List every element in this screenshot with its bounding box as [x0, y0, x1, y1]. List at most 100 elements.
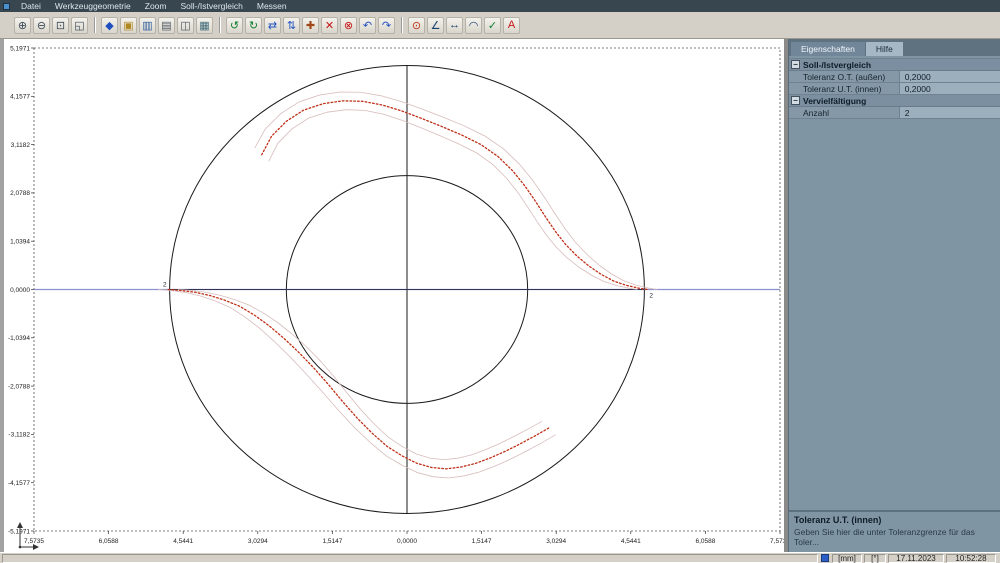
x-tick-label: 7,5735 — [24, 538, 44, 545]
delete-all-icon[interactable]: ⊗ — [340, 16, 357, 34]
menu-item-zoom[interactable]: Zoom — [138, 0, 174, 12]
property-row-anzahl: Anzahl 2 — [789, 107, 1000, 119]
menu-item-soll-istvergleich[interactable]: Soll-/Istvergleich — [174, 0, 250, 12]
x-tick-label: 6,0588 — [695, 538, 715, 545]
profile-label-left: 2 — [163, 282, 167, 289]
plot-area: 5,1971 4,1577 3,1182 2,0788 1,0394 0,0000 -1,0… — [4, 39, 784, 552]
menu-bar: Datei Werkzeuggeometrie Zoom Soll-/Istvergl… — [0, 0, 1000, 12]
y-tick-label: -3,1182 — [8, 432, 30, 439]
toolbar-separator — [401, 17, 402, 33]
measure-distance-icon[interactable]: ↔ — [446, 16, 463, 34]
measure-radius-icon[interactable]: ◠ — [465, 16, 482, 34]
profile-icon[interactable]: ◆ — [101, 16, 118, 34]
property-value-toleranz-u-t-innen[interactable]: 0,2000 — [898, 83, 1000, 94]
property-grid: − Soll-/Istvergleich Toleranz O.T. (außen)… — [789, 58, 1000, 119]
y-tick-label: -2,0788 — [8, 383, 30, 390]
y-tick-label: 4,1577 — [10, 94, 30, 101]
profile-label-right: 2 — [649, 293, 653, 300]
x-tick-label: 1,5147 — [472, 538, 492, 545]
property-value-toleranz-o-t-au-en[interactable]: 0,2000 — [898, 71, 1000, 82]
status-time: 10:52:28 — [946, 553, 996, 563]
text-label-icon[interactable]: A — [503, 16, 520, 34]
status-indicator-icon — [821, 554, 829, 562]
tolerance-band-line — [254, 91, 658, 290]
status-bar: [mm] [°] 17.11.2023 10:52:28 — [0, 552, 1000, 563]
tolerance-band-line — [158, 289, 556, 479]
status-message — [2, 553, 818, 563]
toolbar-separator — [219, 17, 220, 33]
tab-eigenschaften[interactable]: Eigenschaften — [791, 42, 865, 56]
accept-icon[interactable]: ✓ — [484, 16, 501, 34]
property-row-toleranz-o-t-au-en: Toleranz O.T. (außen) 0,2000 — [789, 71, 1000, 83]
print-icon[interactable]: ▤ — [158, 16, 175, 34]
x-tick-label: 4,5441 — [173, 538, 193, 545]
ist-profil-oberes-segment — [261, 100, 648, 291]
move-icon[interactable]: ✚ — [302, 16, 319, 34]
status-unit-mm: [mm] — [832, 553, 862, 563]
y-tick-label: 1,0394 — [10, 239, 30, 246]
measure-point-icon[interactable]: ⊙ — [408, 16, 425, 34]
property-label: Toleranz U.T. (innen) — [789, 83, 899, 94]
section-title: Vervielfältigung — [803, 95, 867, 106]
undo-icon[interactable]: ↶ — [359, 16, 376, 34]
status-unit-deg: [°] — [864, 553, 886, 563]
plot-svg[interactable]: 5,1971 4,1577 3,1182 2,0788 1,0394 0,0000 -1,0… — [4, 39, 784, 552]
main-area: 5,1971 4,1577 3,1182 2,0788 1,0394 0,0000 -1,0… — [0, 39, 1000, 552]
property-label: Toleranz O.T. (außen) — [789, 71, 899, 82]
grid-view-icon[interactable]: ▦ — [196, 16, 213, 34]
menu-item-werkzeuggeometrie[interactable]: Werkzeuggeometrie — [48, 0, 138, 12]
axis-indicator-origin-dot — [18, 545, 22, 549]
y-tick-label: 5,1971 — [10, 45, 30, 52]
tolerance-band-line — [268, 109, 638, 290]
zoom-out-icon[interactable]: ⊖ — [33, 16, 50, 34]
app-icon — [3, 2, 10, 10]
x-tick-label: 4,5441 — [621, 538, 641, 545]
x-tick-label: 6,0588 — [99, 538, 119, 545]
y-tick-label: -1,0394 — [8, 335, 30, 342]
y-tick-label: -5,1971 — [8, 528, 30, 535]
y-tick-label: 3,1182 — [11, 142, 31, 149]
x-tick-label: 0,0000 — [397, 538, 417, 545]
save-icon[interactable]: ▥ — [139, 16, 156, 34]
property-help: Toleranz U.T. (innen) Geben Sie hier die… — [789, 509, 1000, 552]
tab-hilfe[interactable]: Hilfe — [865, 42, 903, 56]
delete-icon[interactable]: ✕ — [321, 16, 338, 34]
section-title: Soll-/Istvergleich — [803, 59, 872, 70]
menu-item-datei[interactable]: Datei — [14, 0, 48, 12]
section-header-vervielf-ltigung[interactable]: − Vervielfältigung — [789, 95, 1000, 107]
collapse-icon[interactable]: − — [791, 60, 800, 69]
property-label: Anzahl — [789, 107, 899, 118]
x-tick-label: 3,0294 — [248, 538, 268, 545]
zoom-window-icon[interactable]: ⊡ — [52, 16, 69, 34]
property-value-anzahl[interactable]: 2 — [898, 107, 1000, 118]
copy-icon[interactable]: ◫ — [177, 16, 194, 34]
mirror-vertical-icon[interactable]: ⇅ — [283, 16, 300, 34]
mirror-horizontal-icon[interactable]: ⇄ — [264, 16, 281, 34]
x-tick-label: 3,0294 — [546, 538, 566, 545]
rotate-right-icon[interactable]: ↻ — [245, 16, 262, 34]
y-tick-label: 0,0000 — [10, 287, 30, 294]
open-icon[interactable]: ▣ — [120, 16, 137, 34]
measure-angle-icon[interactable]: ∠ — [427, 16, 444, 34]
axis-indicator-vertical-arrowhead — [17, 522, 23, 528]
toolbar-separator — [94, 17, 95, 33]
properties-panel: Eigenschaften Hilfe − Soll-/Istvergleich To… — [788, 39, 1000, 552]
rotate-left-icon[interactable]: ↺ — [226, 16, 243, 34]
collapse-icon[interactable]: − — [791, 96, 800, 105]
zoom-fit-icon[interactable]: ◱ — [71, 16, 88, 34]
property-row-toleranz-u-t-innen: Toleranz U.T. (innen) 0,2000 — [789, 83, 1000, 95]
ist-profil-unteres-segment — [167, 288, 550, 470]
y-tick-label: -4,1577 — [8, 480, 30, 487]
x-tick-label: 1,5147 — [322, 538, 342, 545]
y-tick-label: 2,0788 — [10, 190, 30, 197]
toolbar: ⊕ ⊖ ⊡ ◱ ◆ ▣ ▥ ▤ ◫ ▦ ↺ ↻ ⇄ ⇅ ✚ ✕ ⊗ ↶ ↷ ⊙ ∠ ↔ ◠ ✓ A — [0, 12, 1000, 39]
panel-tabs: Eigenschaften Hilfe — [789, 39, 1000, 56]
zoom-in-icon[interactable]: ⊕ — [14, 16, 31, 34]
help-title: Toleranz U.T. (innen) — [794, 514, 882, 525]
x-tick-label: 7,5735 — [770, 538, 784, 545]
redo-icon[interactable]: ↷ — [378, 16, 395, 34]
menu-item-messen[interactable]: Messen — [250, 0, 294, 12]
help-text: Geben Sie hier die unter Toleranzgrenze … — [794, 526, 975, 548]
status-date: 17.11.2023 — [888, 553, 944, 563]
section-header-soll-istvergleich[interactable]: − Soll-/Istvergleich — [789, 59, 1000, 71]
